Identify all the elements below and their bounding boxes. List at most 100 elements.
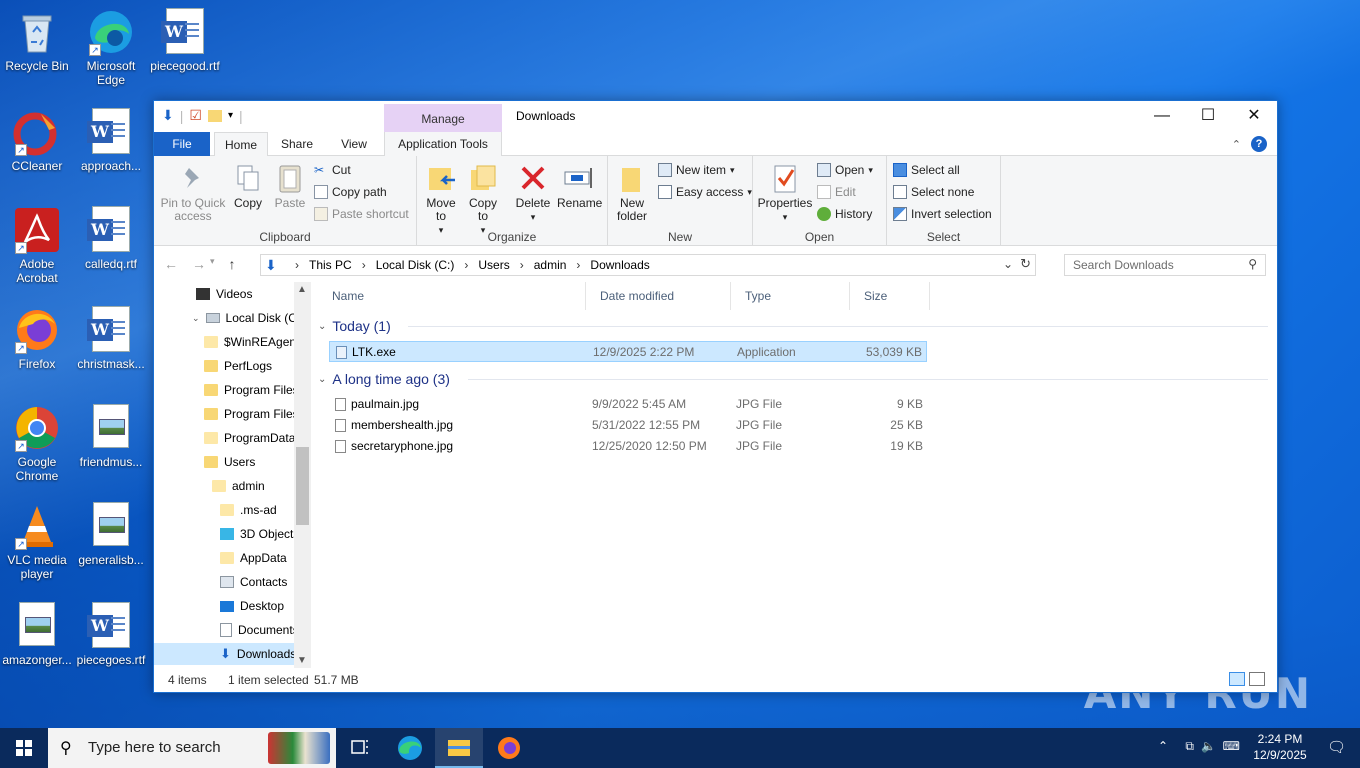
new-folder-icon[interactable] [207, 109, 222, 122]
taskbar-file-explorer-button[interactable] [435, 728, 483, 768]
task-view-button[interactable] [336, 728, 384, 768]
address-bar[interactable]: ⬇ › This PC › Local Disk (C:) › Users › … [260, 254, 1036, 276]
taskbar-search-box[interactable]: ⚲ Type here to search [48, 728, 336, 768]
collapse-ribbon-icon[interactable]: ⌃ [1232, 138, 1241, 151]
nav-item-videos[interactable]: Videos [196, 283, 252, 305]
scroll-down-icon[interactable]: ▼ [297, 655, 307, 666]
copy-to-button[interactable]: Copy to ▾ [465, 162, 501, 237]
desktop-icon-adobe-acrobat[interactable]: ↗ Adobe Acrobat [0, 206, 74, 285]
nav-item-appdata[interactable]: AppData [220, 547, 287, 569]
navigation-pane[interactable]: Videos ⌄ Local Disk (C:) $WinREAgent Per… [154, 282, 310, 668]
nav-item-users[interactable]: Users [204, 451, 255, 473]
cut-button[interactable]: ✂ Cut [314, 160, 351, 180]
nav-item-ms-ad[interactable]: .ms-ad [220, 499, 277, 521]
tab-home[interactable]: Home [214, 132, 268, 157]
open-button[interactable]: Open ▾ [817, 160, 873, 180]
refresh-icon[interactable]: ↻ [1020, 256, 1031, 272]
network-icon[interactable]: ⧉ [1185, 739, 1194, 754]
desktop-icon-generalisb[interactable]: generalisb... [74, 502, 148, 567]
nav-item-admin[interactable]: admin [212, 475, 265, 497]
breadcrumb-downloads[interactable]: Downloads [586, 255, 653, 275]
select-all-button[interactable]: Select all [893, 160, 960, 180]
desktop-icon-chrome[interactable]: ↗ Google Chrome [0, 404, 74, 483]
nav-item-perflogs[interactable]: PerfLogs [204, 355, 272, 377]
nav-item-winreagent[interactable]: $WinREAgent [204, 331, 299, 353]
file-explorer-window[interactable]: ⬇ | ☑ ▾ | Manage Downloads — ☐ ✕ File Ho… [153, 100, 1278, 693]
volume-icon[interactable]: 🔈 [1201, 739, 1216, 753]
nav-item-program-files[interactable]: Program Files [204, 379, 299, 401]
column-size[interactable]: Size [850, 282, 930, 310]
customize-qat-dropdown-icon[interactable]: ▾ [228, 110, 233, 121]
search-input[interactable]: Search Downloads ⚲ [1064, 254, 1266, 276]
copy-button[interactable]: Copy [230, 162, 266, 210]
select-none-button[interactable]: Select none [893, 182, 974, 202]
desktop-icon-piecegood[interactable]: W piecegood.rtf [148, 8, 222, 73]
desktop-icon-edge[interactable]: ↗ Microsoft Edge [74, 8, 148, 87]
details-view-icon[interactable] [1229, 672, 1245, 686]
input-method-icon[interactable]: ⌨ [1223, 739, 1240, 753]
file-row-membershealth[interactable]: membershealth.jpg 5/31/2022 12:55 PM JPG… [329, 415, 927, 436]
start-button[interactable] [0, 728, 48, 768]
desktop-icon-vlc[interactable]: ↗ VLC media player [0, 502, 74, 581]
minimize-button[interactable]: — [1139, 101, 1185, 131]
help-button[interactable]: ? [1251, 136, 1267, 152]
explorer-arrow-icon[interactable]: ⬇ [162, 107, 174, 124]
taskbar-clock[interactable]: 2:24 PM 12/9/2025 [1250, 731, 1310, 763]
group-header-today[interactable]: ⌄ Today (1) [318, 315, 1268, 337]
desktop-icon-piecegoes[interactable]: W piecegoes.rtf [74, 602, 148, 667]
nav-scrollbar-thumb[interactable] [296, 447, 309, 525]
nav-item-program-files-x86[interactable]: Program Files [204, 403, 299, 425]
easy-access-button[interactable]: Easy access ▾ [658, 182, 752, 202]
title-bar[interactable]: ⬇ | ☑ ▾ | Manage Downloads — ☐ ✕ [154, 101, 1277, 132]
breadcrumb-users[interactable]: Users [474, 255, 513, 275]
tab-application-tools[interactable]: Application Tools [384, 132, 502, 156]
rename-button[interactable]: Rename [557, 162, 602, 210]
back-arrow-icon[interactable]: ← [164, 256, 178, 272]
desktop-icon-approach[interactable]: W approach... [74, 108, 148, 173]
nav-item-contacts[interactable]: Contacts [220, 571, 287, 593]
new-folder-button[interactable]: New folder [614, 162, 650, 223]
history-button[interactable]: History [817, 204, 872, 224]
forward-arrow-icon[interactable]: → [192, 256, 206, 272]
nav-item-documents[interactable]: Documents [220, 619, 299, 641]
scroll-up-icon[interactable]: ▲ [297, 284, 307, 295]
maximize-button[interactable]: ☐ [1185, 101, 1231, 131]
properties-check-icon[interactable]: ☑ [189, 107, 202, 124]
paste-shortcut-button[interactable]: Paste shortcut [314, 204, 409, 224]
nav-item-programdata[interactable]: ProgramData [204, 427, 295, 449]
close-button[interactable]: ✕ [1231, 101, 1277, 131]
desktop-icon-christmask[interactable]: W christmask... [74, 306, 148, 371]
desktop-icon-amazonger[interactable]: amazonger... [0, 602, 74, 667]
desktop-icon-calledq[interactable]: W calledq.rtf [74, 206, 148, 271]
file-row-ltk-exe[interactable]: LTK.exe 12/9/2025 2:22 PM Application 53… [329, 341, 927, 362]
group-header-long-time-ago[interactable]: ⌄ A long time ago (3) [318, 368, 1268, 390]
notification-icon[interactable]: 🗨 [1327, 738, 1346, 756]
tab-view[interactable]: View [326, 132, 382, 156]
large-icons-view-icon[interactable] [1249, 672, 1265, 686]
taskbar-edge-button[interactable] [386, 728, 434, 768]
nav-scrollbar[interactable]: ▲ ▼ [294, 282, 311, 668]
taskbar-firefox-button[interactable] [485, 728, 533, 768]
up-arrow-icon[interactable]: ↑ [229, 256, 236, 272]
properties-button[interactable]: Properties ▾ [757, 162, 813, 224]
move-to-button[interactable]: Move to ▾ [423, 162, 459, 237]
nav-item-downloads[interactable]: ⬇ Downloads [154, 643, 296, 665]
desktop-icon-ccleaner[interactable]: ↗ CCleaner [0, 108, 74, 173]
file-row-secretaryphone[interactable]: secretaryphone.jpg 12/25/2020 12:50 PM J… [329, 436, 927, 457]
column-date-modified[interactable]: Date modified [586, 282, 731, 310]
address-dropdown-icon[interactable]: ⌄ [1003, 257, 1013, 271]
paste-button[interactable]: Paste [270, 162, 310, 210]
column-name[interactable]: Name [318, 282, 586, 310]
desktop-icon-friendmus[interactable]: friendmus... [74, 404, 148, 469]
pin-quick-access-button[interactable]: Pin to Quick access [160, 162, 226, 223]
tab-share[interactable]: Share [272, 132, 322, 156]
tray-overflow-icon[interactable]: ⌃ [1158, 739, 1168, 753]
copy-path-button[interactable]: Copy path [314, 182, 387, 202]
edit-button[interactable]: Edit [817, 182, 856, 202]
delete-button[interactable]: Delete ▾ [513, 162, 553, 224]
nav-item-local-disk[interactable]: ⌄ Local Disk (C:) [192, 307, 304, 329]
breadcrumb-admin[interactable]: admin [530, 255, 571, 275]
tab-file[interactable]: File [154, 132, 210, 156]
desktop-icon-firefox[interactable]: ↗ Firefox [0, 306, 74, 371]
breadcrumb-local-disk[interactable]: Local Disk (C:) [372, 255, 459, 275]
